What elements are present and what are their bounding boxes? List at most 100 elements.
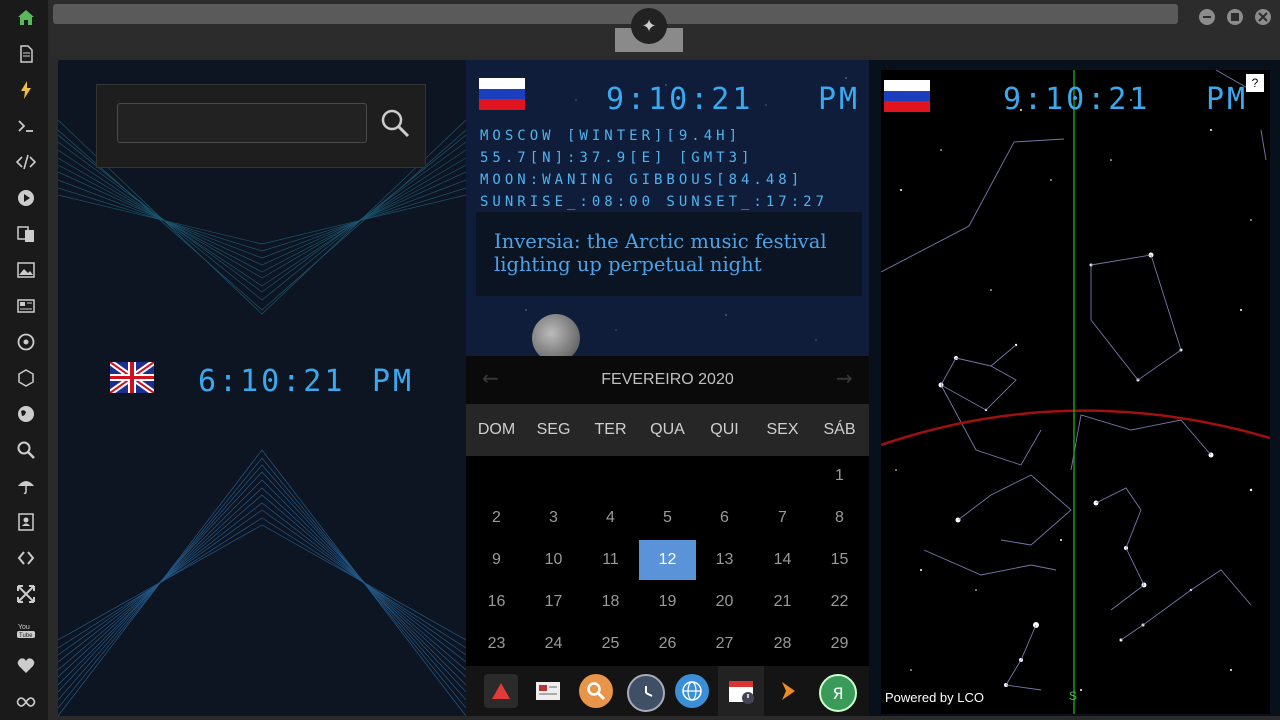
calendar-day[interactable]: 8 [811,498,868,538]
prev-month-arrow-icon[interactable]: ← [482,366,499,390]
search-icon[interactable] [379,107,411,139]
next-month-arrow-icon[interactable]: → [836,366,853,390]
heart-icon[interactable] [14,654,38,678]
calendar-day[interactable]: 28 [754,624,811,664]
calendar-day[interactable]: 27 [696,624,753,664]
moscow-clock-time: 9:10:21 [606,82,754,117]
news-headline[interactable]: Inversia: the Arctic music festival ligh… [476,212,862,296]
russia-flag [479,78,525,110]
cube-icon[interactable] [14,366,38,390]
weekday-label: DOM [477,421,516,438]
calendar-day[interactable]: 6 [696,498,753,538]
city-info: MOSCOW [WINTER][9.4H] [480,128,742,144]
calendar-day[interactable]: 11 [582,540,639,580]
calendar: FEVEREIRO 2020 ← → DOM SEG TER QUA QUI S… [466,356,869,666]
sky-clock-time: 9:10:21 [1003,82,1151,117]
infinity-icon[interactable] [14,690,38,714]
calendar-day[interactable]: 18 [582,582,639,622]
contacts-icon[interactable] [14,510,38,534]
calendar-day[interactable]: 4 [582,498,639,538]
weekday-label: TER [594,421,627,438]
moon-phase-info: MOON:WANING GIBBOUS[84.48] [480,172,804,188]
weekday-label: SEX [766,421,799,438]
calendar-day[interactable]: 14 [754,540,811,580]
search-icon[interactable] [579,674,613,708]
terminal-icon[interactable] [14,114,38,138]
calendar-day[interactable]: 20 [696,582,753,622]
lightning-icon[interactable] [14,78,38,102]
calendar-day[interactable]: 3 [525,498,582,538]
search-input[interactable] [117,103,367,143]
russia-flag [884,80,930,112]
calendar-day-selected[interactable]: 12 [639,540,696,580]
calendar-day[interactable]: 26 [639,624,696,664]
calendar-day[interactable]: 21 [754,582,811,622]
calendar-day[interactable]: 19 [639,582,696,622]
link-icon[interactable] [14,546,38,570]
calendar-day[interactable]: 17 [525,582,582,622]
play-icon[interactable] [14,186,38,210]
yandex-letter: Я [832,683,844,703]
calendar-day[interactable]: 16 [468,582,525,622]
forward-icon[interactable] [771,674,805,708]
weekday-header: DOM SEG TER QUA QUI SEX SÁB [466,404,869,456]
calendar-icon[interactable] [718,666,764,716]
calendar-day[interactable]: 13 [696,540,753,580]
calendar-day[interactable]: 2 [468,498,525,538]
calendar-day[interactable]: 1 [811,456,868,496]
settings-icon[interactable] [14,330,38,354]
sidebar: You Tube [0,0,48,720]
calendar-day[interactable]: 15 [811,540,868,580]
address-bar[interactable] [53,4,1178,24]
moon-image [532,314,580,362]
search-widget [96,84,426,168]
sun-times-info: SUNRISE_:08:00 SUNSET_:17:27 [480,194,829,210]
weekday-label: SEG [536,421,571,438]
yandex-icon[interactable]: Я [819,674,857,712]
calendar-day[interactable]: 29 [811,624,868,664]
maximize-button[interactable] [1227,9,1243,25]
calendar-day[interactable]: 10 [525,540,582,580]
image-icon[interactable] [14,258,38,282]
clock-icon[interactable] [627,674,665,712]
close-button[interactable] [1255,9,1271,25]
browser-tab[interactable]: ✦ [615,8,683,52]
globe-icon[interactable] [675,674,709,708]
home-icon[interactable] [14,6,38,30]
app-dock: Я [466,666,869,716]
rebel-alliance-logo: ✦ [631,8,667,44]
minimize-button[interactable] [1199,9,1215,25]
uk-clock-time: 6:10:21 [198,364,346,399]
vivaldi-icon[interactable] [484,674,518,708]
moscow-clock-ampm: PM [818,82,861,117]
calendar-day[interactable]: 24 [525,624,582,664]
news-icon[interactable] [14,294,38,318]
calendar-day[interactable]: 25 [582,624,639,664]
umbrella-icon[interactable] [14,474,38,498]
youtube-icon[interactable]: You Tube [14,618,38,642]
calendar-day[interactable]: 22 [811,582,868,622]
uk-clock-ampm: PM [372,364,415,399]
help-button[interactable]: ? [1246,74,1264,92]
calendar-day[interactable]: 7 [754,498,811,538]
uk-flag [108,359,156,396]
weekday-label: QUI [710,421,739,438]
fullscreen-icon[interactable] [14,582,38,606]
sky-map[interactable]: S [881,70,1270,714]
calendar-day[interactable]: 23 [468,624,525,664]
news-icon[interactable] [531,674,565,708]
weekday-label: SÁB [823,421,856,438]
powered-by-label[interactable]: Powered by LCO [885,690,984,705]
calendar-header: FEVEREIRO 2020 ← → [466,356,869,404]
globe-icon[interactable] [14,402,38,426]
translate-icon[interactable] [14,222,38,246]
coordinates-info: 55.7[N]:37.9[E] [GMT3] [480,150,754,166]
code-icon[interactable] [14,150,38,174]
svg-text:Tube: Tube [19,633,33,639]
south-label: S [1069,689,1077,703]
svg-text:You: You [18,624,30,631]
search-icon[interactable] [14,438,38,462]
calendar-day[interactable]: 5 [639,498,696,538]
document-icon[interactable] [14,42,38,66]
calendar-day[interactable]: 9 [468,540,525,580]
